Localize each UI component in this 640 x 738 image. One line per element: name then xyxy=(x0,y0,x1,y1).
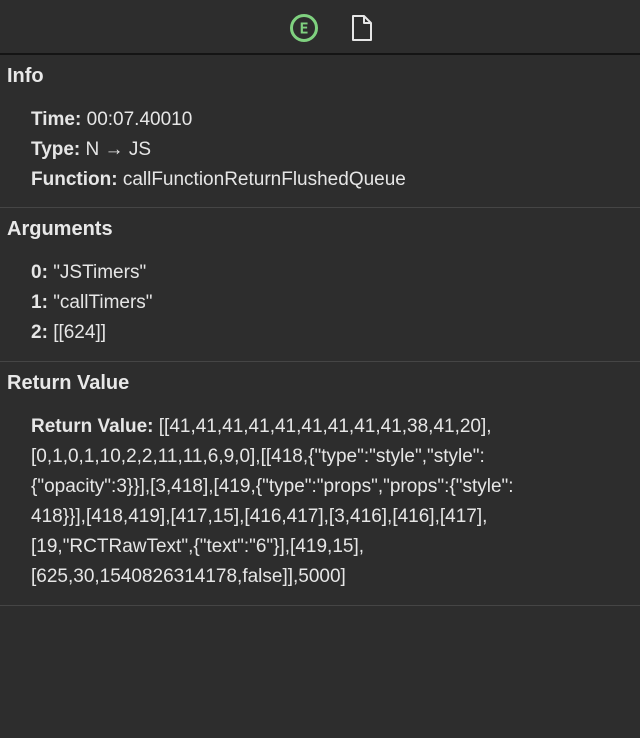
return-value-line: {"opacity":3}}],[3,418],[419,{"type":"pr… xyxy=(31,476,514,497)
argument-value: "callTimers" xyxy=(53,292,153,313)
return-value-title: Return Value xyxy=(7,372,130,394)
info-row-time: Time: 00:07.40010 xyxy=(31,105,640,135)
arguments-section: Arguments 0: "JSTimers" 1: "callTimers" … xyxy=(0,208,640,362)
info-key: Type: xyxy=(31,139,81,160)
document-view-button[interactable] xyxy=(346,12,378,44)
return-value-key: Return Value: xyxy=(31,416,154,437)
info-section: Info Time: 00:07.40010 Type: N → JS Func… xyxy=(0,55,640,208)
toolbar: E xyxy=(0,0,640,55)
event-view-button[interactable]: E xyxy=(288,12,320,44)
info-key: Time: xyxy=(31,109,82,130)
argument-index: 0: xyxy=(31,262,48,283)
info-title: Info xyxy=(7,65,44,87)
info-value: 00:07.40010 xyxy=(86,109,193,130)
argument-value: [[624]] xyxy=(53,322,107,343)
arguments-rows: 0: "JSTimers" 1: "callTimers" 2: [[624]] xyxy=(0,245,640,348)
document-icon xyxy=(352,14,372,41)
return-value-line: 418}}],[418,419],[417,15],[416,417],[3,4… xyxy=(31,506,488,527)
argument-index: 1: xyxy=(31,292,48,313)
return-value-text: [[41,41,41,41,41,41,41,41,41,38,41,20], xyxy=(158,416,492,437)
arguments-title: Arguments xyxy=(7,218,113,240)
info-rows: Time: 00:07.40010 Type: N → JS Function:… xyxy=(0,92,640,195)
info-value: callFunctionReturnFlushedQueue xyxy=(122,169,406,190)
argument-value: "JSTimers" xyxy=(53,262,147,283)
return-value-section: Return Value Return Value: [[41,41,41,41… xyxy=(0,362,640,606)
info-row-function: Function: callFunctionReturnFlushedQueue xyxy=(31,165,640,195)
return-value-line: [625,30,1540826314178,false]],5000] xyxy=(31,566,346,587)
return-value-line: [19,"RCTRawText",{"text":"6"}],[419,15], xyxy=(31,536,365,557)
argument-row: 1: "callTimers" xyxy=(31,288,640,318)
argument-index: 2: xyxy=(31,322,48,343)
return-value-body: Return Value: [[41,41,41,41,41,41,41,41,… xyxy=(0,399,591,592)
info-key: Function: xyxy=(31,169,118,190)
event-icon: E xyxy=(290,13,318,42)
info-value: N → JS xyxy=(85,139,151,160)
info-row-type: Type: N → JS xyxy=(31,135,640,165)
return-value-line: Return Value: [[41,41,41,41,41,41,41,41,… xyxy=(31,412,591,442)
svg-text:E: E xyxy=(299,19,308,37)
argument-row: 0: "JSTimers" xyxy=(31,258,640,288)
return-value-line: [0,1,0,1,10,2,2,11,11,6,9,0],[[418,{"typ… xyxy=(31,446,485,467)
argument-row: 2: [[624]] xyxy=(31,318,640,348)
